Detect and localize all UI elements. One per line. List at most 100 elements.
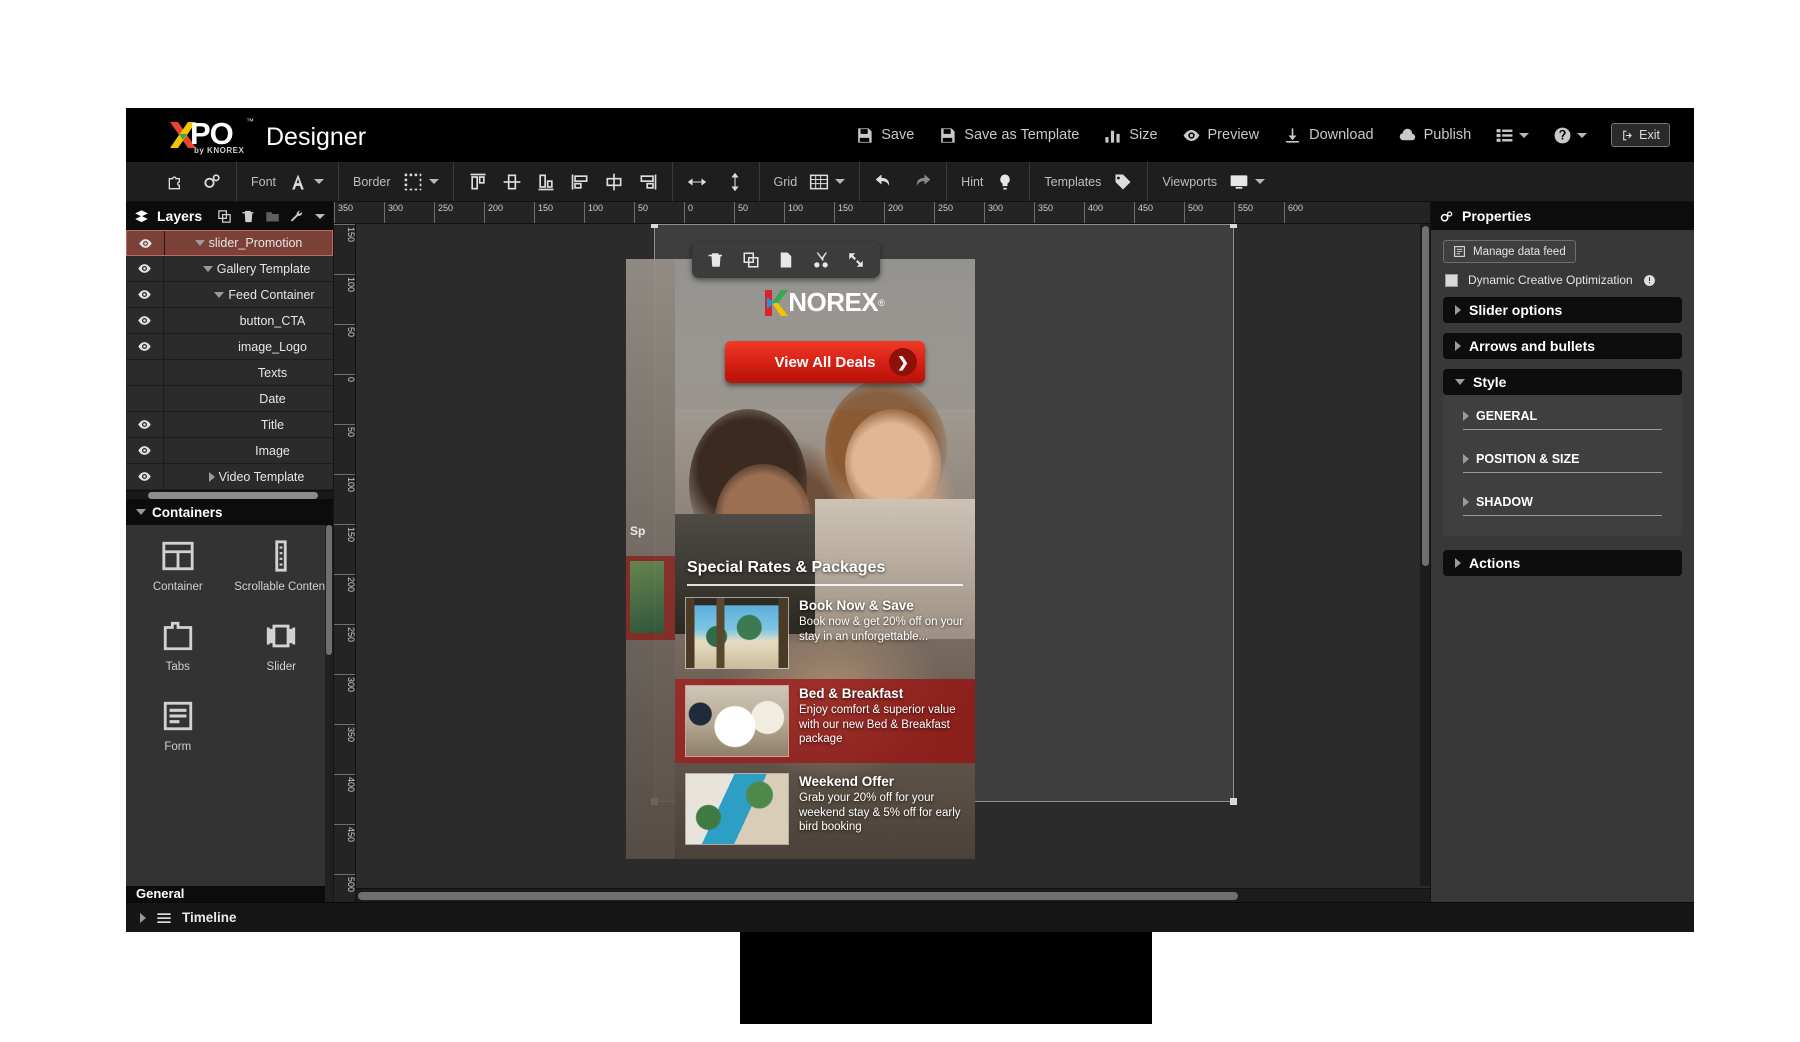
palette-item-slider[interactable]: Slider [230,619,334,673]
list-menu-chevron-down-icon[interactable] [1519,132,1530,138]
layer-row[interactable]: button_CTA [126,308,333,334]
layers-horizontal-scrollbar[interactable] [126,490,333,499]
puzzle-icon[interactable] [166,172,186,192]
grid-picker[interactable] [809,172,846,192]
containers-section-header[interactable]: Containers [126,499,333,525]
layer-visibility-toggle[interactable] [126,464,164,489]
dco-checkbox[interactable] [1445,273,1458,287]
tag-icon[interactable] [1113,172,1133,192]
delete-icon[interactable] [241,209,256,224]
arrows-vertical-icon[interactable] [725,172,745,192]
style-subsection-shadow[interactable]: SHADOW [1463,495,1662,516]
layer-visibility-toggle[interactable] [126,256,164,281]
preview-button[interactable]: Preview [1182,126,1259,145]
layer-visibility-toggle[interactable] [126,282,164,307]
accordion-actions[interactable]: Actions [1443,550,1682,576]
manage-data-feed-button[interactable]: Manage data feed [1443,240,1576,263]
exit-button[interactable]: Exit [1611,123,1670,147]
align-top-icon[interactable] [468,172,488,192]
viewports-chevron-down-icon[interactable] [1255,179,1266,184]
layer-row[interactable]: Title [126,412,333,438]
font-chevron-down-icon[interactable] [314,179,325,184]
layer-visibility-toggle[interactable] [127,231,165,255]
timeline-bar[interactable]: Timeline [126,902,1694,932]
resize-handle-nw[interactable] [651,224,658,228]
duplicate-icon[interactable] [742,251,760,269]
chevron-down-icon[interactable] [194,240,205,246]
font-picker[interactable] [288,172,325,192]
accordion-style[interactable]: Style [1443,369,1682,395]
style-subsection-position-size[interactable]: POSITION & SIZE [1463,452,1662,473]
arrows-horizontal-icon[interactable] [687,172,707,192]
chevron-down-icon[interactable] [136,509,146,515]
ad-creative-preview[interactable]: NOREX ® View All Deals ❯ Special Rates &… [675,259,975,859]
deal-item[interactable]: Weekend Offer Grab your 20% off for your… [675,767,975,851]
layer-row[interactable]: Video Template [126,464,333,490]
scrollbar-thumb[interactable] [358,892,1238,900]
accordion-slider-options[interactable]: Slider options [1443,297,1682,323]
palette-item-scrollable-content[interactable]: Scrollable Content [230,539,334,593]
viewports-picker[interactable] [1229,172,1266,192]
cut-scissors-icon[interactable] [812,251,830,269]
grid-chevron-down-icon[interactable] [835,179,846,184]
chevron-right-icon[interactable] [140,912,146,923]
palette-item-tabs[interactable]: Tabs [126,619,230,673]
border-picker[interactable] [403,172,439,192]
align-center-v-icon[interactable] [604,172,624,192]
layer-visibility-toggle[interactable] [126,386,164,411]
undo-icon[interactable] [874,172,894,192]
list-menu-button[interactable] [1495,126,1530,145]
chevron-down-icon[interactable] [214,291,225,298]
expand-icon[interactable] [847,251,865,269]
scrollbar-thumb[interactable] [326,525,332,655]
delete-icon[interactable] [707,251,725,269]
layer-row[interactable]: Feed Container [126,282,333,308]
help-button[interactable] [1553,126,1588,145]
resize-handle-se[interactable] [1230,798,1237,805]
deal-item[interactable]: Bed & Breakfast Enjoy comfort & superior… [675,679,975,763]
style-subsection-general[interactable]: GENERAL [1463,409,1662,430]
folder-icon[interactable] [265,209,280,224]
scrollbar-thumb[interactable] [1422,226,1429,566]
resize-handle-ne[interactable] [1230,224,1237,228]
containers-vertical-scrollbar[interactable] [325,525,333,902]
layer-row[interactable]: Date [126,386,333,412]
canvas-horizontal-scrollbar[interactable] [356,888,1430,902]
download-button[interactable]: Download [1283,126,1374,145]
copy-icon[interactable] [777,251,795,269]
general-section-header[interactable]: General [126,886,333,902]
align-left-icon[interactable] [570,172,590,192]
size-button[interactable]: Size [1103,126,1158,145]
layers-tools-chevron-down-icon[interactable] [315,213,325,219]
settings-gears-icon[interactable] [202,172,222,192]
accordion-arrows-and-bullets[interactable]: Arrows and bullets [1443,333,1682,359]
layer-row[interactable]: slider_Promotion [126,230,333,256]
help-chevron-down-icon[interactable] [1577,132,1588,138]
lightbulb-icon[interactable] [995,172,1015,192]
artboard-viewport[interactable]: Sp NOREX ® View All Deals ❯ Special Rate… [356,224,1430,886]
redo-icon[interactable] [912,172,932,192]
publish-button[interactable]: Publish [1398,126,1471,145]
palette-item-form[interactable]: Form [126,699,230,753]
layer-row[interactable]: Image [126,438,333,464]
align-bottom-icon[interactable] [536,172,556,192]
layer-visibility-toggle[interactable] [126,308,164,333]
layer-visibility-toggle[interactable] [126,334,164,359]
layer-visibility-toggle[interactable] [126,360,164,385]
canvas-vertical-scrollbar[interactable] [1420,224,1430,886]
info-icon[interactable] [1643,274,1656,287]
align-middle-h-icon[interactable] [502,172,522,192]
scrollbar-thumb[interactable] [148,492,318,499]
chevron-down-icon[interactable] [202,265,213,272]
cta-button[interactable]: View All Deals ❯ [725,341,925,383]
duplicate-icon[interactable] [217,209,232,224]
chevron-right-icon[interactable] [208,471,215,482]
layer-row[interactable]: Gallery Template [126,256,333,282]
wrench-icon[interactable] [289,209,304,224]
save-as-template-button[interactable]: Save as Template [938,126,1079,145]
layer-visibility-toggle[interactable] [126,412,164,437]
align-right-icon[interactable] [638,172,658,192]
deal-item[interactable]: Book Now & Save Book now & get 20% off o… [675,591,975,675]
palette-item-container[interactable]: Container [126,539,230,593]
layer-visibility-toggle[interactable] [126,438,164,463]
